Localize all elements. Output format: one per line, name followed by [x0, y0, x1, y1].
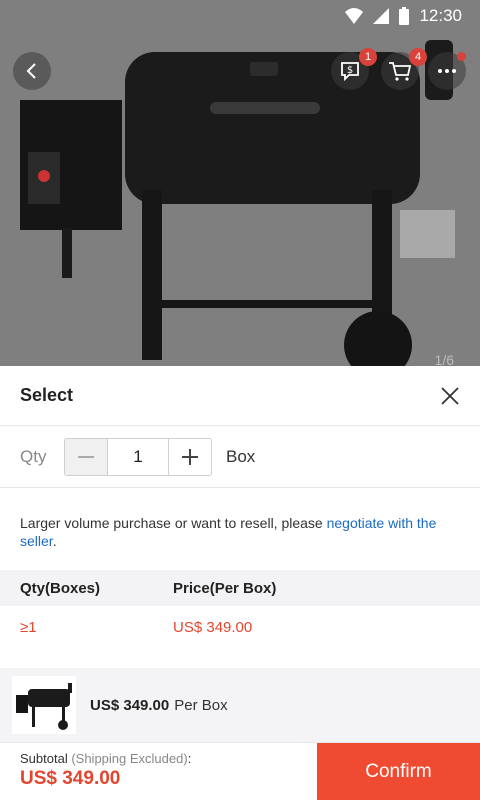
battery-icon — [399, 7, 410, 25]
sheet-title: Select — [20, 385, 74, 405]
photo-counter: 1/6 — [434, 352, 454, 366]
subtotal-label: Subtotal — [20, 751, 68, 766]
col-qty-header: Qty(Boxes) — [20, 579, 101, 597]
subtotal-amount: US$ 349.00 — [20, 768, 121, 789]
close-icon — [441, 386, 459, 405]
subtotal-area: Subtotal (Shipping Excluded): US$ 349.00 — [0, 743, 317, 800]
signal-icon — [373, 8, 390, 24]
shipping-note: (Shipping Excluded) — [71, 751, 188, 766]
tier-price: US$ 349.00 — [173, 618, 253, 636]
qty-unit: Box — [226, 446, 256, 466]
cart-button[interactable]: 4 — [381, 48, 427, 90]
col-price-header: Price(Per Box) — [173, 579, 277, 597]
selection-summary: US$ 349.00 Per Box — [0, 668, 480, 742]
status-bar: 12:30 — [0, 0, 480, 32]
qty-label: Qty — [20, 446, 47, 466]
checkout-footer: Subtotal (Shipping Excluded): US$ 349.00… — [0, 742, 480, 800]
subtotal-colon: : — [187, 751, 192, 766]
summary-price: US$ 349.00 — [90, 696, 170, 714]
product-thumbnail — [12, 676, 76, 734]
cart-badge: 4 — [409, 48, 427, 66]
subtotal-line: Subtotal (Shipping Excluded): — [20, 751, 317, 766]
plus-icon — [182, 448, 198, 465]
close-button[interactable] — [440, 386, 460, 406]
more-notification-dot — [457, 52, 466, 61]
cart-icon — [389, 62, 412, 81]
chat-dollar-icon: $ — [341, 62, 359, 82]
status-time: 12:30 — [419, 6, 462, 25]
table-row: ≥1 US$ 349.00 — [0, 606, 480, 648]
confirm-button[interactable]: Confirm — [317, 743, 480, 800]
more-dots-icon — [438, 69, 456, 73]
increase-button[interactable] — [169, 438, 211, 475]
quantity-input[interactable]: 1 — [107, 438, 169, 475]
chevron-left-icon — [26, 63, 36, 79]
note-text: Larger volume purchase or want to resell… — [20, 515, 327, 531]
message-button[interactable]: $ 1 — [331, 48, 377, 90]
back-button[interactable] — [13, 52, 51, 90]
bulk-purchase-note: Larger volume purchase or want to resell… — [0, 488, 480, 570]
summary-unit: Per Box — [174, 696, 228, 714]
svg-text:$: $ — [347, 65, 353, 76]
sheet-header: Select — [0, 366, 480, 426]
decrease-button[interactable] — [65, 438, 107, 475]
product-photo[interactable]: 12:30 $ 1 4 1/6 — [0, 0, 480, 366]
price-table-header: Qty(Boxes) Price(Per Box) — [0, 570, 480, 606]
tier-qty: ≥1 — [20, 618, 37, 636]
wifi-icon — [345, 8, 364, 24]
minus-icon — [78, 455, 94, 458]
more-button[interactable] — [428, 52, 466, 90]
quantity-row: Qty 1 Box — [0, 426, 480, 488]
quantity-stepper: 1 — [64, 437, 212, 476]
message-badge: 1 — [359, 48, 377, 66]
note-end: . — [52, 533, 57, 549]
